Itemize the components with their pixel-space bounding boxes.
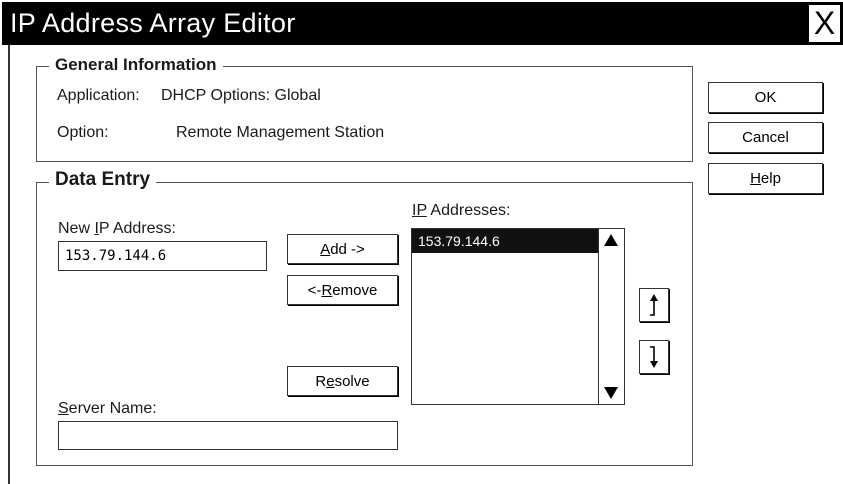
ip-addresses-label: IP Addresses:	[412, 202, 511, 219]
list-item[interactable]: 153.79.144.6	[412, 229, 598, 253]
option-value: Remote Management Station	[176, 124, 385, 141]
close-button[interactable]: X	[808, 4, 841, 43]
move-down-button[interactable]	[639, 340, 669, 374]
ok-button[interactable]: OK	[708, 82, 823, 113]
server-name-input[interactable]	[58, 421, 398, 450]
move-up-button[interactable]	[639, 288, 669, 322]
arrow-up-icon	[650, 294, 658, 316]
cancel-button[interactable]: Cancel	[708, 122, 823, 153]
application-label: Application:	[57, 87, 140, 104]
data-entry-group: Data Entry New IP Address: Add -> <- Rem…	[36, 169, 693, 466]
add-button[interactable]: Add ->	[287, 234, 398, 264]
help-button[interactable]: Help	[708, 163, 823, 194]
resolve-button[interactable]: Re solve	[287, 366, 398, 396]
option-label: Option:	[57, 124, 109, 141]
server-name-label: Server Name:	[58, 400, 157, 417]
window-left-border	[8, 45, 10, 484]
general-information-legend: General Information	[49, 55, 223, 75]
close-icon: X	[813, 5, 836, 41]
ip-address-array-editor-window: IP Address Array Editor X General Inform…	[0, 0, 843, 484]
triangle-up-icon[interactable]	[603, 233, 619, 247]
data-entry-legend: Data Entry	[49, 169, 157, 191]
ip-addresses-listbox[interactable]: 153.79.144.6	[411, 228, 625, 405]
general-information-group: General Information Application: DHCP Op…	[36, 55, 693, 162]
listbox-scrollbar[interactable]	[598, 229, 624, 404]
title-bar: IP Address Array Editor X	[2, 2, 843, 45]
application-value: DHCP Options: Global	[161, 87, 321, 104]
new-ip-address-label: New IP Address:	[58, 220, 176, 237]
triangle-down-icon[interactable]	[603, 386, 619, 400]
new-ip-address-input[interactable]	[58, 241, 267, 271]
arrow-down-icon	[650, 346, 658, 368]
window-title: IP Address Array Editor	[10, 8, 296, 38]
remove-button[interactable]: <- Remove	[287, 275, 398, 305]
